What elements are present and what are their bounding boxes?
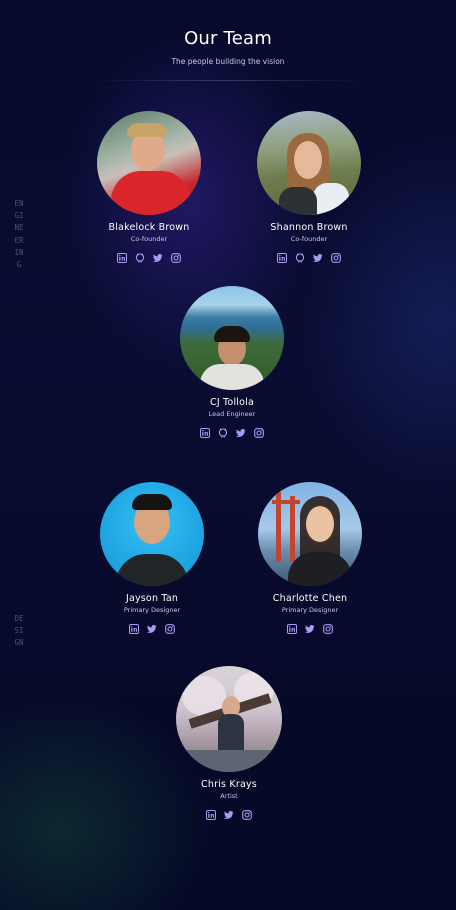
team-member-card: Blakelock Brown Co-founder: [74, 111, 224, 263]
page-subtitle: The people building the vision: [171, 57, 285, 66]
twitter-icon[interactable]: [147, 624, 157, 634]
twitter-icon[interactable]: [224, 810, 234, 820]
social-links: [157, 428, 307, 438]
member-role: Artist: [220, 792, 238, 800]
team-member-card: CJ Tollola Lead Engineer: [157, 286, 307, 438]
instagram-icon[interactable]: [254, 428, 264, 438]
twitter-icon[interactable]: [153, 253, 163, 263]
header-divider: [88, 80, 368, 81]
instagram-icon[interactable]: [165, 624, 175, 634]
github-icon[interactable]: [135, 253, 145, 263]
instagram-icon[interactable]: [331, 253, 341, 263]
twitter-icon[interactable]: [305, 624, 315, 634]
team-member-card: Chris Krays Artist: [154, 666, 304, 820]
avatar: [258, 482, 362, 586]
member-role: Primary Designer: [123, 606, 181, 614]
linkedin-icon[interactable]: [129, 624, 139, 634]
member-name: Jayson Tan: [125, 593, 179, 604]
member-role: Co-founder: [290, 235, 328, 243]
twitter-icon[interactable]: [236, 428, 246, 438]
social-links: [77, 624, 227, 634]
twitter-icon[interactable]: [313, 253, 323, 263]
avatar: [257, 111, 361, 215]
social-links: [234, 253, 384, 263]
social-links: [235, 624, 385, 634]
member-role: Co-founder: [130, 235, 168, 243]
member-name: CJ Tollola: [209, 397, 254, 408]
member-role: Primary Designer: [281, 606, 339, 614]
avatar: [100, 482, 204, 586]
member-role: Lead Engineer: [208, 410, 256, 418]
instagram-icon[interactable]: [242, 810, 252, 820]
instagram-icon[interactable]: [323, 624, 333, 634]
linkedin-icon[interactable]: [287, 624, 297, 634]
member-name: Blakelock Brown: [108, 222, 190, 233]
linkedin-icon[interactable]: [117, 253, 127, 263]
instagram-icon[interactable]: [171, 253, 181, 263]
avatar: [176, 666, 282, 772]
github-icon[interactable]: [218, 428, 228, 438]
section-label-design: DESIGN: [14, 614, 24, 648]
section-label-engineering: ENGINEERING: [14, 199, 24, 270]
page-title: Our Team: [184, 28, 272, 49]
member-name: Charlotte Chen: [272, 593, 348, 604]
member-name: Shannon Brown: [270, 222, 348, 233]
team-member-card: Charlotte Chen Primary Designer: [235, 482, 385, 634]
linkedin-icon[interactable]: [206, 810, 216, 820]
social-links: [74, 253, 224, 263]
social-links: [154, 810, 304, 820]
github-icon[interactable]: [295, 253, 305, 263]
team-member-card: Jayson Tan Primary Designer: [77, 482, 227, 634]
linkedin-icon[interactable]: [277, 253, 287, 263]
member-name: Chris Krays: [201, 779, 257, 790]
linkedin-icon[interactable]: [200, 428, 210, 438]
avatar: [97, 111, 201, 215]
avatar: [180, 286, 284, 390]
team-member-card: Shannon Brown Co-founder: [234, 111, 384, 263]
